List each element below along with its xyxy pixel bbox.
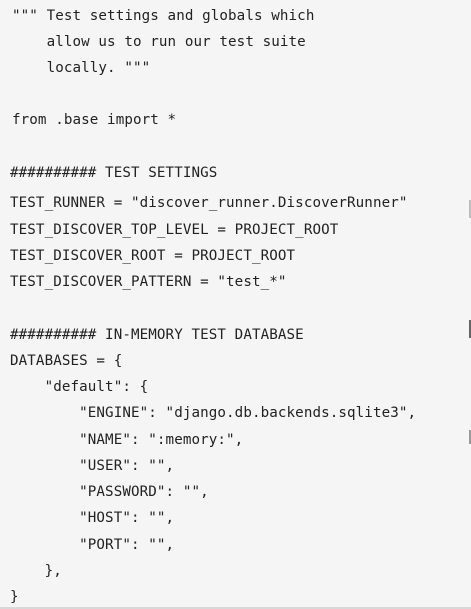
code-block: """ Test settings and globals which allo… bbox=[0, 0, 471, 609]
code-line-18: "USER": "", bbox=[10, 458, 175, 474]
code-line-8: TEST_RUNNER = "discover_runner.DiscoverR… bbox=[10, 195, 408, 211]
code-line-23: } bbox=[10, 589, 19, 605]
code-line-15: "default": { bbox=[10, 379, 149, 395]
code-line-1: """ Test settings and globals which bbox=[12, 8, 315, 24]
code-line-7: ########## TEST SETTINGS bbox=[10, 165, 218, 181]
code-line-2: allow us to run our test suite bbox=[12, 34, 306, 50]
code-line-13: ########## IN-MEMORY TEST DATABASE bbox=[10, 327, 304, 343]
code-line-9: TEST_DISCOVER_TOP_LEVEL = PROJECT_ROOT bbox=[10, 222, 339, 238]
code-line-11: TEST_DISCOVER_PATTERN = "test_*" bbox=[10, 274, 287, 290]
code-line-21: "PORT": "", bbox=[10, 537, 175, 553]
code-line-14: DATABASES = { bbox=[10, 353, 123, 369]
code-line-20: "HOST": "", bbox=[10, 510, 175, 526]
code-line-10: TEST_DISCOVER_ROOT = PROJECT_ROOT bbox=[10, 248, 296, 264]
code-line-16: "ENGINE": "django.db.backends.sqlite3", bbox=[10, 405, 417, 421]
code-line-19: "PASSWORD": "", bbox=[10, 484, 209, 500]
code-line-17: "NAME": ":memory:", bbox=[10, 432, 244, 448]
code-line-3: locally. """ bbox=[12, 60, 151, 76]
code-line-5: from .base import * bbox=[12, 112, 177, 128]
code-line-22: }, bbox=[10, 563, 62, 579]
